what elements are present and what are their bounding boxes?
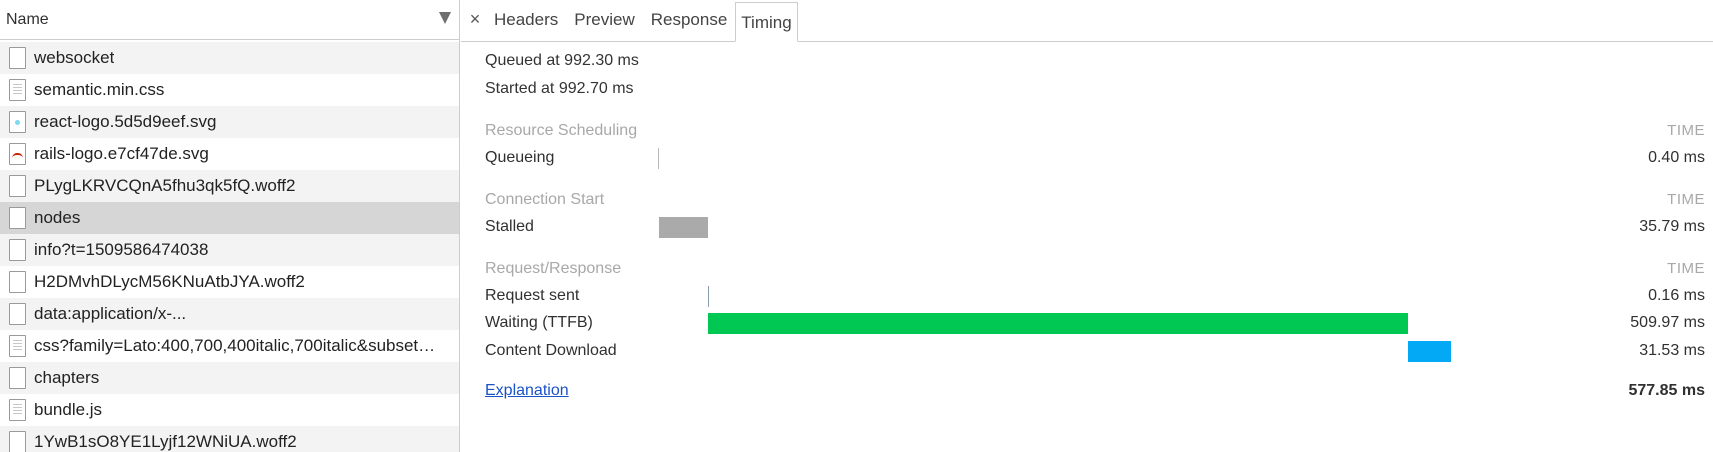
request-row[interactable]: PLygLKRVCQnA5fhu3qk5fQ.woff2	[0, 170, 459, 202]
blank-file-icon	[9, 367, 26, 389]
phase-duration: 509.97 ms	[1630, 314, 1705, 331]
request-row[interactable]: css?family=Lato:400,700,400italic,700ita…	[0, 330, 459, 362]
request-row[interactable]: rails-logo.e7cf47de.svg	[0, 138, 459, 170]
phase-label: Request sent	[485, 287, 580, 304]
phase-duration: 35.79 ms	[1639, 218, 1705, 235]
request-name: bundle.js	[34, 400, 103, 419]
request-name: H2DMvhDLycM56KNuAtbJYA.woff2	[34, 272, 305, 291]
stylesheet-file-icon	[9, 335, 26, 357]
request-row[interactable]: 1YwB1sO8YE1Lyjf12WNiUA.woff2	[0, 426, 459, 452]
request-name: data:application/x-...	[34, 304, 187, 323]
blank-file-icon	[9, 175, 26, 197]
tab-timing[interactable]: Timing	[735, 2, 798, 42]
request-name: react-logo.5d5d9eef.svg	[34, 112, 217, 131]
timing-view: Queued at 992.30 ms Started at 992.70 ms…	[461, 42, 1713, 452]
tab-headers[interactable]: Headers	[486, 2, 566, 38]
request-name: chapters	[34, 368, 100, 387]
request-row[interactable]: semantic.min.css	[0, 74, 459, 106]
request-row[interactable]: chapters	[0, 362, 459, 394]
react-image-icon	[9, 111, 26, 133]
phase-label: Queueing	[485, 149, 555, 166]
blank-file-icon	[9, 303, 26, 325]
phase-bar[interactable]	[658, 148, 659, 169]
section-title: Resource Scheduling	[485, 122, 638, 139]
phase-duration: 31.53 ms	[1639, 342, 1705, 359]
name-column-label: Name	[6, 10, 49, 28]
time-column-header: TIME	[1667, 191, 1705, 208]
request-name: PLygLKRVCQnA5fhu3qk5fQ.woff2	[34, 176, 296, 195]
close-icon[interactable]: ×	[467, 9, 483, 29]
phase-bar[interactable]	[707, 313, 1408, 334]
request-row[interactable]: data:application/x-...	[0, 298, 459, 330]
phase-duration: 0.16 ms	[1648, 287, 1705, 304]
queued-at-text: Queued at 992.30 ms	[485, 52, 639, 69]
section-title: Request/Response	[485, 260, 622, 277]
time-column-header: TIME	[1667, 260, 1705, 277]
request-row[interactable]: H2DMvhDLycM56KNuAtbJYA.woff2	[0, 266, 459, 298]
explanation-link[interactable]: Explanation	[485, 382, 569, 400]
phase-bar[interactable]	[658, 217, 708, 238]
request-row[interactable]: websocket	[0, 42, 459, 74]
request-name: nodes	[34, 208, 81, 227]
request-row[interactable]: info?t=1509586474038	[0, 234, 459, 266]
request-name: 1YwB1sO8YE1Lyjf12WNiUA.woff2	[34, 432, 297, 451]
blank-file-icon	[9, 431, 26, 452]
request-rows: websocket semantic.min.css react-logo.5d5d…	[0, 42, 459, 452]
sort-down-icon[interactable]	[439, 12, 451, 24]
request-row[interactable]: react-logo.5d5d9eef.svg	[0, 106, 459, 138]
request-name: css?family=Lato:400,700,400italic,700ita…	[34, 336, 436, 355]
rails-image-icon	[9, 143, 26, 165]
request-row[interactable]: bundle.js	[0, 394, 459, 426]
tab-preview[interactable]: Preview	[566, 2, 642, 38]
blank-file-icon	[9, 207, 26, 229]
request-name: semantic.min.css	[34, 80, 165, 99]
request-list-panel: Name websocket semantic.min.css react-logo…	[0, 0, 460, 452]
stylesheet-file-icon	[9, 79, 26, 101]
tab-response[interactable]: Response	[643, 2, 736, 38]
total-time: 577.85 ms	[1628, 382, 1705, 399]
started-at-text: Started at 992.70 ms	[485, 80, 634, 97]
section-title: Connection Start	[485, 191, 605, 208]
phase-label: Waiting (TTFB)	[485, 314, 593, 331]
request-detail-panel: × Headers Preview Response Timing Queued…	[461, 0, 1713, 452]
phase-bar[interactable]	[707, 286, 709, 307]
request-name: websocket	[34, 48, 115, 67]
request-row[interactable]: nodes	[0, 202, 459, 234]
time-column-header: TIME	[1667, 122, 1705, 139]
detail-tab-bar: × Headers Preview Response Timing	[461, 0, 1713, 42]
request-name: info?t=1509586474038	[34, 240, 209, 259]
blank-file-icon	[9, 239, 26, 261]
request-name: rails-logo.e7cf47de.svg	[34, 144, 209, 163]
name-column-header[interactable]: Name	[0, 0, 459, 40]
blank-file-icon	[9, 271, 26, 293]
phase-bar[interactable]	[1407, 341, 1451, 362]
script-file-icon	[9, 399, 26, 421]
phase-label: Stalled	[485, 218, 534, 235]
blank-file-icon	[9, 47, 26, 69]
phase-label: Content Download	[485, 342, 617, 359]
phase-duration: 0.40 ms	[1648, 149, 1705, 166]
